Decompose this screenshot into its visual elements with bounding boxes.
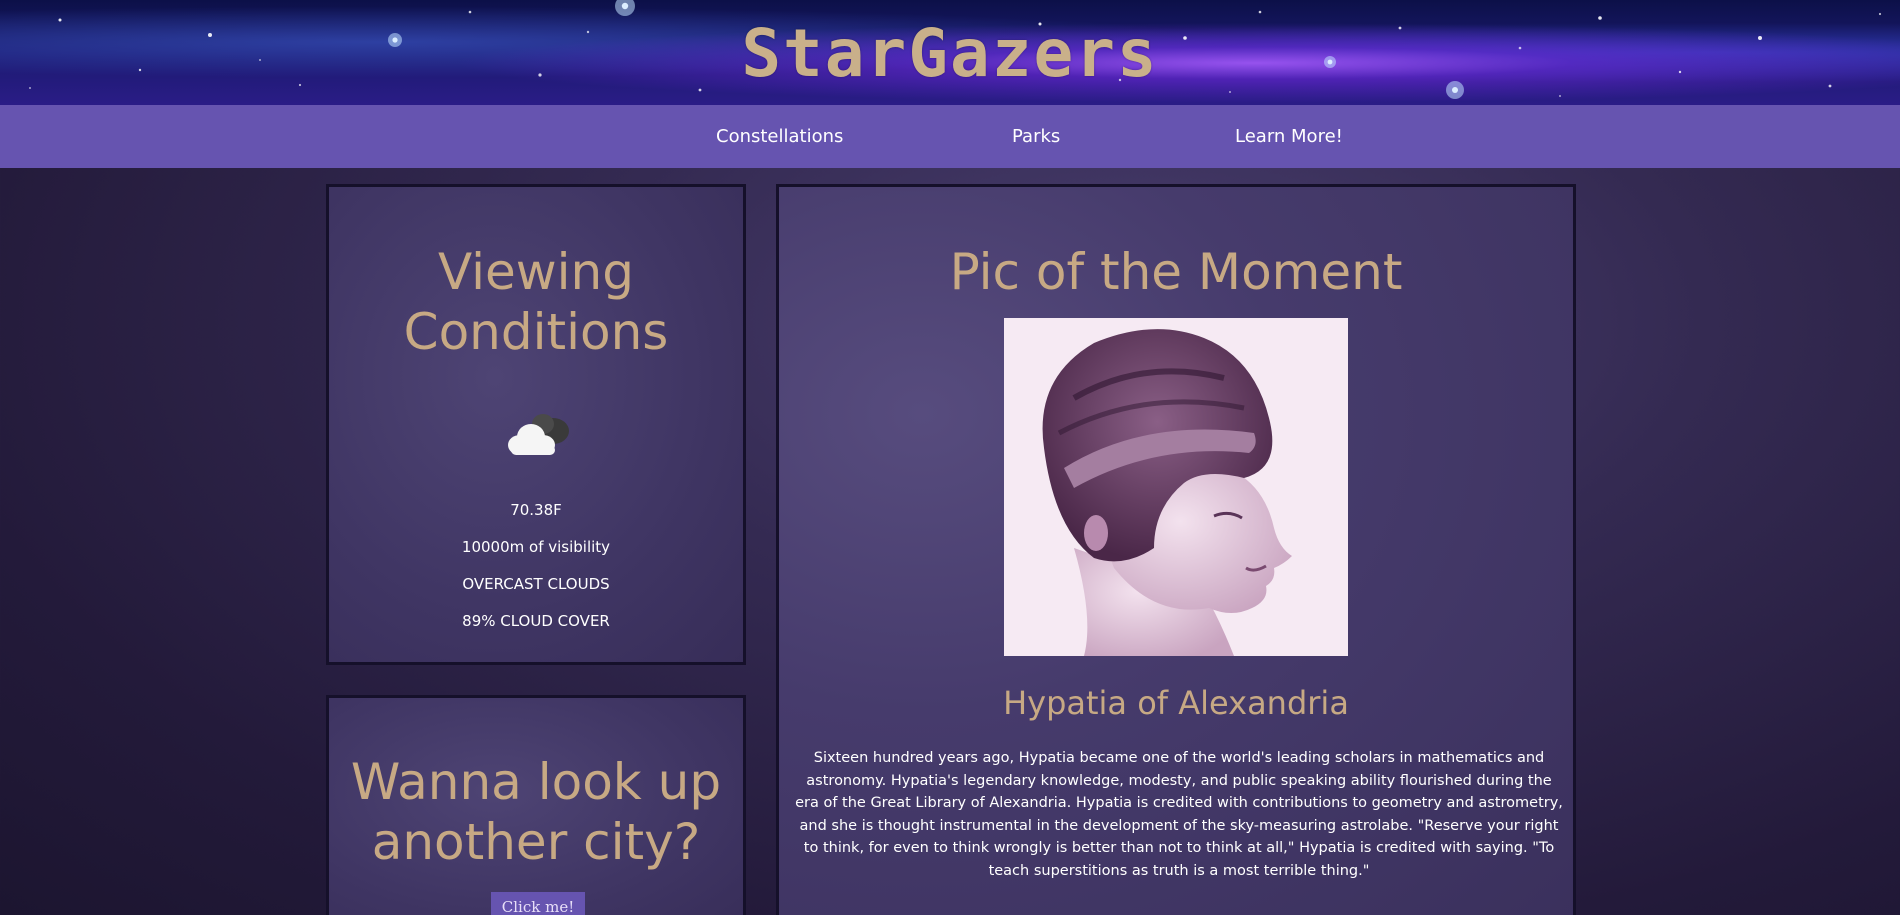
- nav-item-parks[interactable]: Parks: [1012, 105, 1060, 168]
- pic-description: Sixteen hundred years ago, Hypatia becam…: [795, 750, 1563, 879]
- temperature-value: 70.38F: [510, 501, 562, 519]
- weather-description: OVERCAST CLOUDS: [462, 575, 610, 593]
- header-banner: StarGazers: [0, 0, 1900, 105]
- city-lookup-panel: Wanna look up another city? Click me!: [326, 695, 746, 915]
- main-nav: Constellations Parks Learn More!: [0, 105, 1900, 168]
- site-logo[interactable]: StarGazers: [0, 14, 1900, 94]
- pic-of-the-moment-panel: Pic of the Moment Hypatia of Alexandria …: [776, 184, 1576, 915]
- city-lookup-title: Wanna look up another city?: [350, 753, 722, 871]
- overcast-cloud-icon: [508, 414, 569, 455]
- viewing-conditions-panel: Viewing Conditions 70.38F 10000m of visi…: [326, 184, 746, 665]
- hypatia-portrait-image: [1004, 318, 1348, 656]
- nav-item-constellations[interactable]: Constellations: [716, 105, 843, 168]
- click-me-button[interactable]: Click me!: [491, 892, 585, 915]
- cloud-cover-value: 89% CLOUD COVER: [462, 612, 610, 630]
- pic-of-the-moment-title: Pic of the Moment: [949, 243, 1403, 301]
- portrait-caption: Hypatia of Alexandria: [1003, 684, 1349, 722]
- nav-item-learn-more[interactable]: Learn More!: [1235, 105, 1343, 168]
- viewing-conditions-title: Viewing Conditions: [403, 243, 669, 361]
- visibility-value: 10000m of visibility: [461, 538, 611, 556]
